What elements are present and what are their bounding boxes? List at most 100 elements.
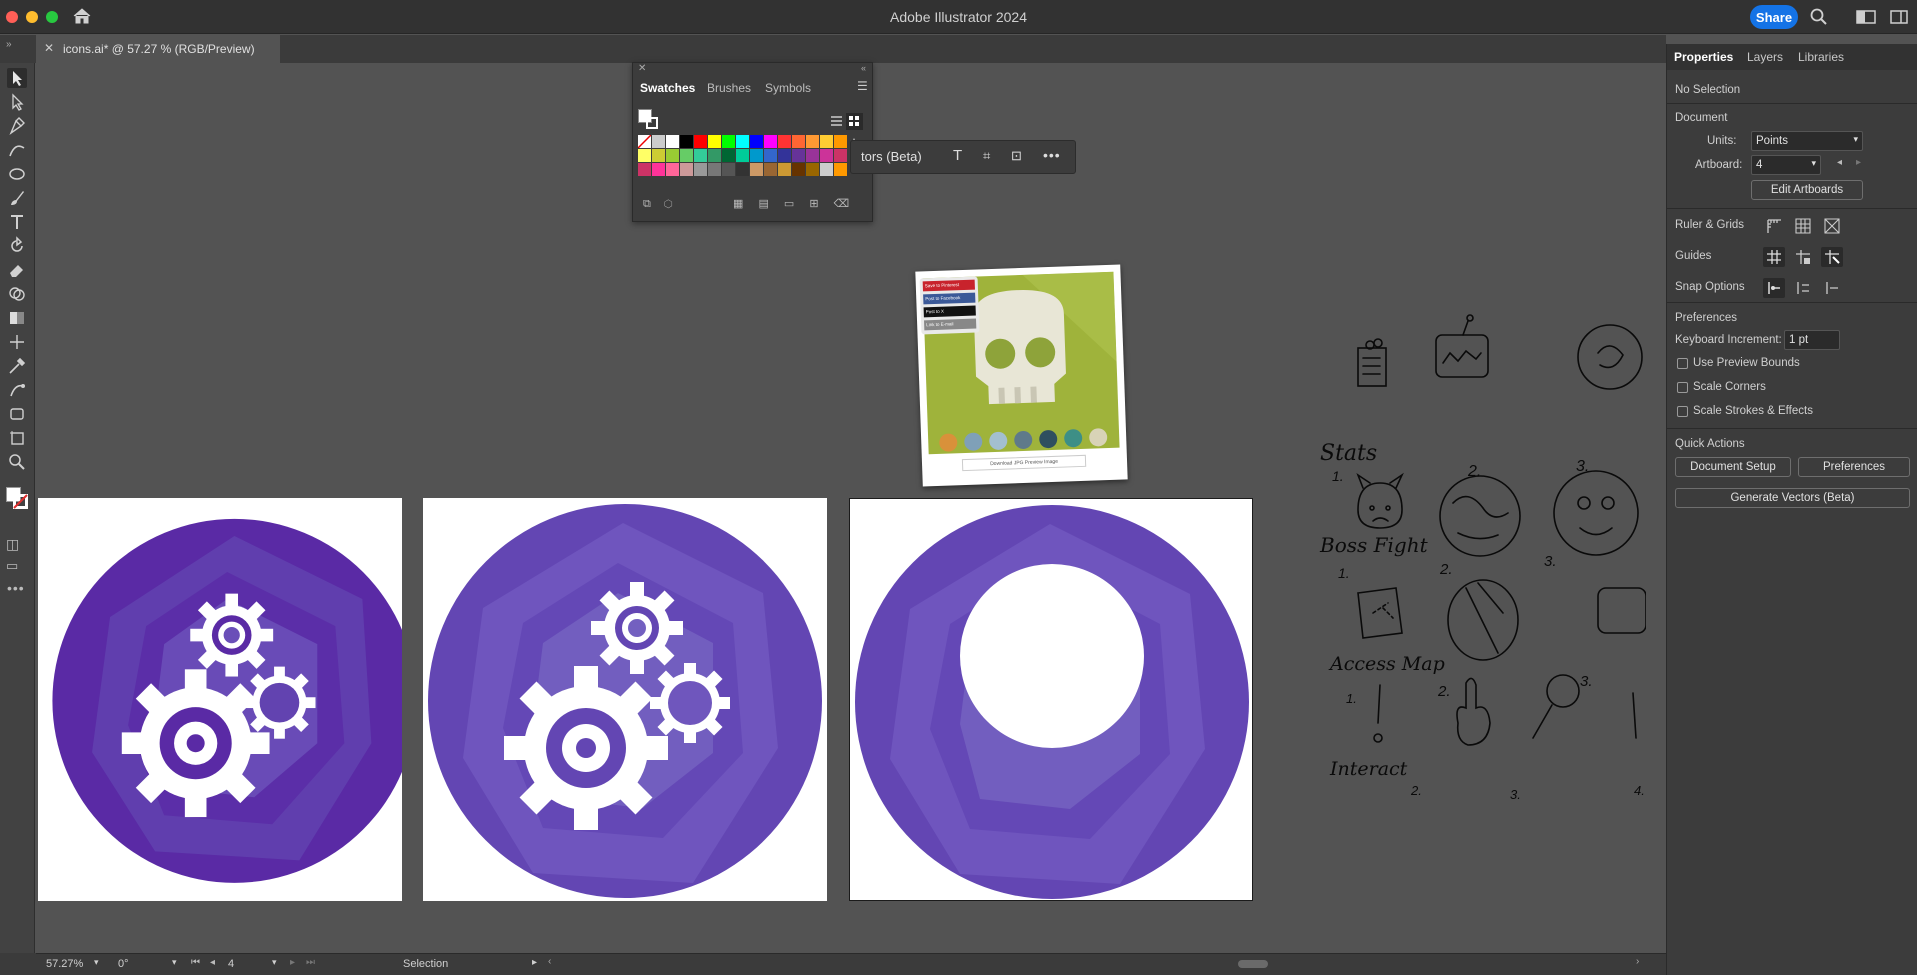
color-swatch[interactable] (638, 163, 651, 176)
collapse-toolbar-icon[interactable]: » (6, 39, 12, 50)
generate-vectors-label[interactable]: tors (Beta) (861, 149, 922, 164)
rotate-tool-icon[interactable] (7, 236, 27, 256)
artboard-select[interactable]: 4 ▾ (1751, 155, 1821, 175)
type-tool-icon[interactable] (7, 212, 27, 232)
workspace-switcher-icon[interactable] (1856, 9, 1876, 25)
selection-tool-icon[interactable] (7, 68, 27, 88)
color-swatch[interactable] (806, 149, 819, 162)
color-swatch[interactable] (834, 135, 847, 148)
ellipse-tool-icon[interactable] (7, 164, 27, 184)
tab-brushes[interactable]: Brushes (707, 81, 751, 95)
units-select[interactable]: Points ▾ (1751, 131, 1863, 151)
x-badge[interactable]: Post to X (923, 305, 976, 318)
eyedropper-tool-icon[interactable] (7, 356, 27, 376)
panel-menu-icon[interactable]: ☰ (857, 79, 868, 93)
color-swatch[interactable] (652, 163, 665, 176)
type-icon[interactable]: T (953, 147, 962, 164)
swatch-grid[interactable] (637, 134, 848, 183)
previous-artboard-icon[interactable]: ◂ (1837, 157, 1842, 168)
artboard-number[interactable]: 4 (228, 958, 234, 970)
tab-symbols[interactable]: Symbols (765, 81, 811, 95)
color-swatch[interactable] (806, 163, 819, 176)
color-swatch[interactable] (722, 135, 735, 148)
share-button[interactable]: Share (1750, 5, 1798, 29)
facebook-badge[interactable]: Post to Facebook (923, 292, 976, 305)
color-swatch[interactable] (666, 149, 679, 162)
live-paint-tool-icon[interactable] (7, 404, 27, 424)
artboard-tool-icon[interactable] (7, 428, 27, 448)
tab-properties[interactable]: Properties (1674, 50, 1733, 64)
list-view-icon[interactable] (829, 114, 844, 129)
swatch-footer-icons[interactable]: ⧉ ⬡ (643, 198, 673, 211)
color-swatch[interactable] (778, 149, 791, 162)
eraser-tool-icon[interactable] (7, 260, 27, 280)
color-swatch[interactable] (736, 149, 749, 162)
color-swatch[interactable] (736, 163, 749, 176)
grid-view-icon[interactable] (846, 113, 863, 130)
document-tab[interactable]: ✕ icons.ai* @ 57.27 % (RGB/Preview) (36, 35, 280, 63)
more-options-icon[interactable]: ••• (1043, 147, 1061, 163)
color-swatch[interactable] (652, 135, 665, 148)
color-swatch[interactable] (666, 163, 679, 176)
color-swatch[interactable] (680, 135, 693, 148)
snap-to-glyph-icon[interactable] (1821, 278, 1843, 298)
color-swatch[interactable] (708, 163, 721, 176)
color-swatch[interactable] (708, 149, 721, 162)
edit-toolbar-icon[interactable]: ••• (7, 580, 25, 596)
color-swatch[interactable] (722, 163, 735, 176)
screen-mode-icon[interactable]: ▭ (6, 558, 18, 574)
shape-builder-tool-icon[interactable] (7, 284, 27, 304)
status-menu-icon[interactable]: ▸ (532, 957, 537, 968)
direct-selection-tool-icon[interactable] (7, 92, 27, 112)
smart-guides-icon[interactable] (1821, 247, 1843, 267)
color-swatch[interactable] (834, 149, 847, 162)
color-swatch[interactable] (820, 163, 833, 176)
color-swatch[interactable] (680, 149, 693, 162)
tab-swatches[interactable]: Swatches (640, 81, 695, 95)
color-swatch[interactable] (750, 163, 763, 176)
generate-vectors-button[interactable]: Generate Vectors (Beta) (1675, 488, 1910, 508)
color-swatch[interactable] (708, 135, 721, 148)
last-artboard-icon[interactable]: ⏭ (306, 957, 315, 968)
drawing-mode-icon[interactable]: ◫ (6, 536, 19, 553)
color-swatch[interactable] (638, 149, 651, 162)
color-swatch[interactable] (722, 149, 735, 162)
scale-strokes-effects-checkbox[interactable] (1677, 406, 1688, 417)
horizontal-scrollbar[interactable]: ‹ › (548, 956, 1648, 972)
transparency-grid-icon[interactable] (1821, 216, 1843, 236)
color-swatch[interactable] (652, 149, 665, 162)
gradient-tool-icon[interactable] (7, 308, 27, 328)
color-swatch[interactable] (694, 135, 707, 148)
panel-toggle-icon[interactable] (1890, 9, 1908, 25)
next-artboard-icon[interactable]: ▸ (1856, 157, 1861, 168)
search-icon[interactable] (1810, 8, 1828, 26)
show-guides-icon[interactable] (1763, 247, 1785, 267)
sketch-notes[interactable]: Stats Boss Fight Access Map Interact 1. … (1318, 313, 1646, 873)
swatch-actions[interactable]: ▦ ▤ ▭ ⊞ ⌫ (733, 197, 863, 210)
previous-artboard-icon[interactable]: ◂ (210, 957, 215, 968)
color-swatch[interactable] (764, 149, 777, 162)
pen-tool-icon[interactable] (7, 116, 27, 136)
email-badge[interactable]: Link to E-mail (924, 318, 977, 331)
chevron-down-icon[interactable]: ▾ (272, 957, 277, 968)
preferences-button[interactable]: Preferences (1798, 457, 1910, 477)
color-swatch[interactable] (792, 135, 805, 148)
close-tab-icon[interactable]: ✕ (44, 41, 54, 55)
color-swatch[interactable] (820, 149, 833, 162)
artboard-1[interactable] (38, 498, 402, 901)
close-panel-icon[interactable]: ✕ (638, 63, 646, 74)
color-swatch[interactable] (750, 149, 763, 162)
zoom-tool-icon[interactable] (7, 452, 27, 472)
edit-artboards-button[interactable]: Edit Artboards (1751, 180, 1863, 200)
tab-layers[interactable]: Layers (1747, 50, 1783, 64)
color-swatch[interactable] (792, 163, 805, 176)
color-swatch[interactable] (778, 135, 791, 148)
color-swatch[interactable] (834, 163, 847, 176)
paintbrush-tool-icon[interactable] (7, 188, 27, 208)
document-setup-button[interactable]: Document Setup (1675, 457, 1791, 477)
download-preview-button[interactable]: Download JPG Preview Image (961, 454, 1087, 472)
crop-icon[interactable]: ⌗ (983, 148, 990, 164)
zoom-level[interactable]: 57.27% (46, 958, 83, 970)
collapse-panel-icon[interactable]: « (861, 63, 866, 73)
chevron-down-icon[interactable]: ▾ (94, 957, 99, 968)
